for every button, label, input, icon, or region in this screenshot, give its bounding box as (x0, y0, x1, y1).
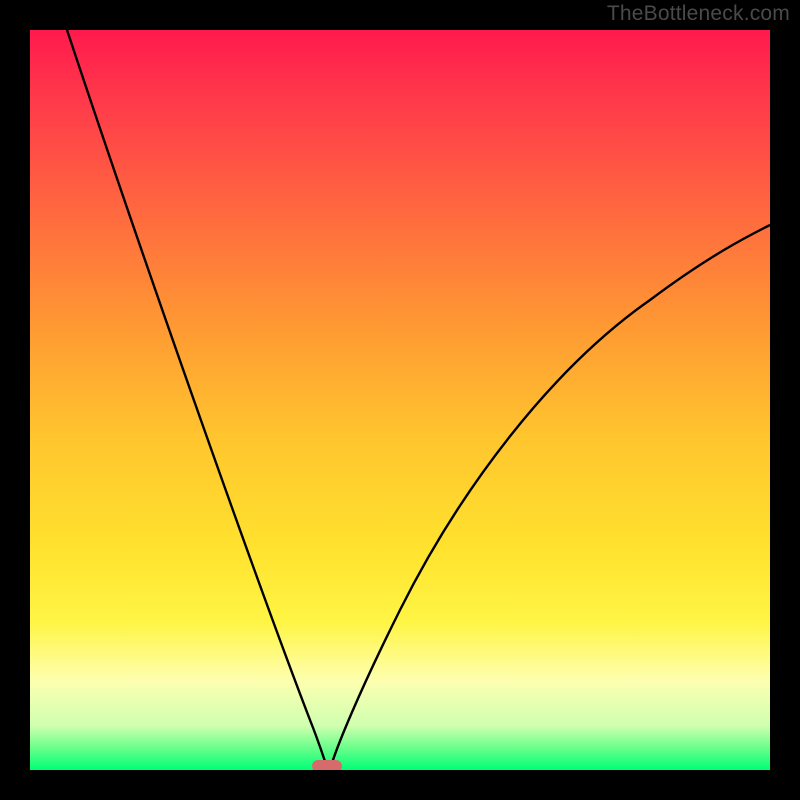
bottleneck-curve-left (67, 30, 328, 770)
chart-frame: TheBottleneck.com (0, 0, 800, 800)
plot-area (30, 30, 770, 770)
watermark-text: TheBottleneck.com (607, 2, 790, 26)
optimal-marker (312, 760, 342, 770)
curve-layer (30, 30, 770, 770)
bottleneck-curve-right (330, 225, 770, 770)
